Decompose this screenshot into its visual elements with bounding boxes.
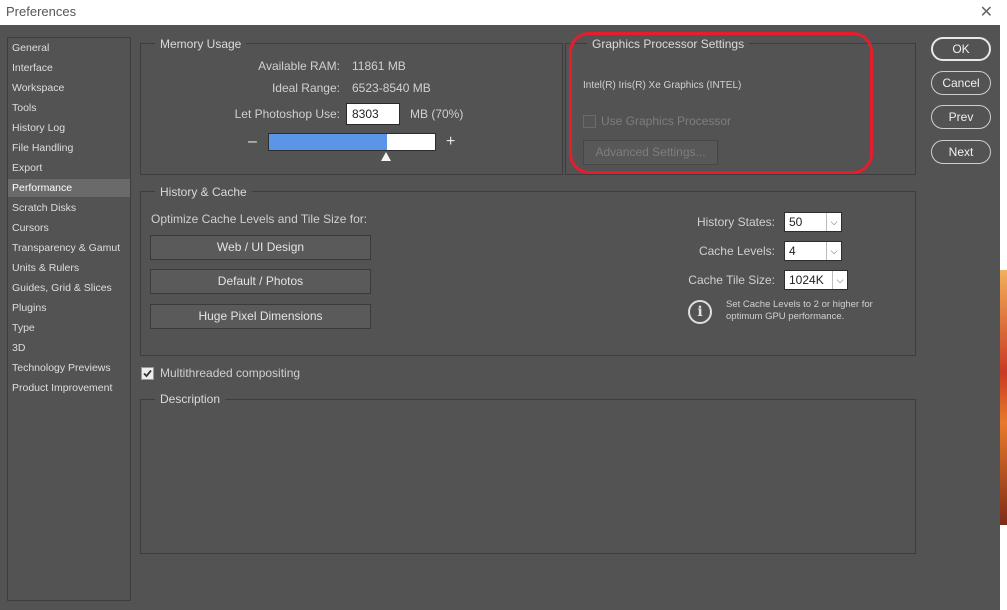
background-window-strip [1000, 25, 1007, 610]
sidebar: General Interface Workspace Tools History Lo… [7, 37, 131, 601]
sidebar-item-product-improvement[interactable]: Product Improvement [8, 379, 130, 397]
use-gpu-checkbox[interactable] [583, 115, 596, 128]
memory-slider-fill [269, 134, 387, 150]
info-icon: i [688, 300, 712, 324]
sidebar-item-performance[interactable]: Performance [8, 179, 130, 197]
ideal-range-label: Ideal Range: [271, 81, 340, 95]
memory-usage-title: Memory Usage [155, 37, 247, 51]
sidebar-item-type[interactable]: Type [8, 319, 130, 337]
history-cache-title: History & Cache [155, 185, 252, 199]
decrease-memory-button[interactable]: – [248, 133, 257, 151]
chevron-down-icon: ⌵ [826, 213, 841, 231]
multithreaded-label: Multithreaded compositing [160, 366, 301, 380]
sidebar-item-plugins[interactable]: Plugins [8, 299, 130, 317]
increase-memory-button[interactable]: + [446, 133, 455, 151]
history-states-value: 50 [789, 215, 803, 229]
checkmark-icon [143, 369, 152, 378]
history-states-label: History States: [696, 215, 775, 229]
cancel-button[interactable]: Cancel [931, 71, 991, 95]
chevron-down-icon: ⌵ [826, 242, 841, 260]
cache-levels-label: Cache Levels: [698, 244, 775, 258]
sidebar-item-guides-grid-slices[interactable]: Guides, Grid & Slices [8, 279, 130, 297]
sidebar-item-export[interactable]: Export [8, 159, 130, 177]
sidebar-item-general[interactable]: General [8, 39, 130, 57]
cache-tile-size-dropdown[interactable]: 1024K ⌵ [784, 270, 848, 290]
cache-levels-dropdown[interactable]: 4 ⌵ [784, 241, 842, 261]
prev-button[interactable]: Prev [931, 105, 991, 129]
sidebar-item-transparency-gamut[interactable]: Transparency & Gamut [8, 239, 130, 257]
sidebar-item-cursors[interactable]: Cursors [8, 219, 130, 237]
description-title: Description [155, 392, 226, 406]
close-icon[interactable]: ✕ [980, 2, 993, 22]
ok-button[interactable]: OK [931, 37, 991, 61]
chevron-down-icon: ⌵ [832, 271, 847, 289]
sidebar-item-history-log[interactable]: History Log [8, 119, 130, 137]
available-ram-label: Available RAM: [258, 59, 340, 73]
ideal-range-value: 6523-8540 MB [352, 81, 431, 95]
multithreaded-checkbox[interactable] [141, 367, 154, 380]
use-gpu-label: Use Graphics Processor [601, 114, 732, 128]
gpu-settings-title: Graphics Processor Settings [587, 37, 750, 51]
window-title: Preferences [6, 4, 77, 19]
sidebar-item-tools[interactable]: Tools [8, 99, 130, 117]
memory-slider-thumb[interactable] [380, 152, 391, 161]
cache-levels-value: 4 [789, 244, 796, 258]
sidebar-item-file-handling[interactable]: File Handling [8, 139, 130, 157]
cache-tile-size-label: Cache Tile Size: [688, 273, 775, 287]
sidebar-item-scratch-disks[interactable]: Scratch Disks [8, 199, 130, 217]
sidebar-item-workspace[interactable]: Workspace [8, 79, 130, 97]
history-states-dropdown[interactable]: 50 ⌵ [784, 212, 842, 232]
sidebar-item-3d[interactable]: 3D [8, 339, 130, 357]
advanced-settings-button[interactable]: Advanced Settings... [583, 140, 718, 165]
available-ram-value: 11861 MB [352, 59, 406, 73]
sidebar-item-technology-previews[interactable]: Technology Previews [8, 359, 130, 377]
sidebar-item-interface[interactable]: Interface [8, 59, 130, 77]
background-image [1000, 270, 1007, 525]
default-photos-button[interactable]: Default / Photos [150, 269, 371, 294]
huge-pixel-dimensions-button[interactable]: Huge Pixel Dimensions [150, 304, 371, 329]
info-text-line-2: optimum GPU performance. [726, 311, 845, 322]
sidebar-item-units-rulers[interactable]: Units & Rulers [8, 259, 130, 277]
title-bar: Preferences ✕ [0, 0, 1007, 25]
memory-use-input[interactable] [346, 103, 400, 125]
next-button[interactable]: Next [931, 140, 991, 164]
memory-use-unit: MB (70%) [410, 107, 464, 121]
description-group [140, 399, 916, 554]
web-ui-design-button[interactable]: Web / UI Design [150, 235, 371, 260]
info-text-line-1: Set Cache Levels to 2 or higher for [726, 299, 873, 310]
memory-slider[interactable] [268, 133, 436, 151]
let-photoshop-use-label: Let Photoshop Use: [234, 107, 340, 121]
optimize-label: Optimize Cache Levels and Tile Size for: [151, 212, 368, 226]
gpu-device-name: Intel(R) Iris(R) Xe Graphics (INTEL) [583, 80, 742, 91]
cache-tile-size-value: 1024K [789, 273, 824, 287]
